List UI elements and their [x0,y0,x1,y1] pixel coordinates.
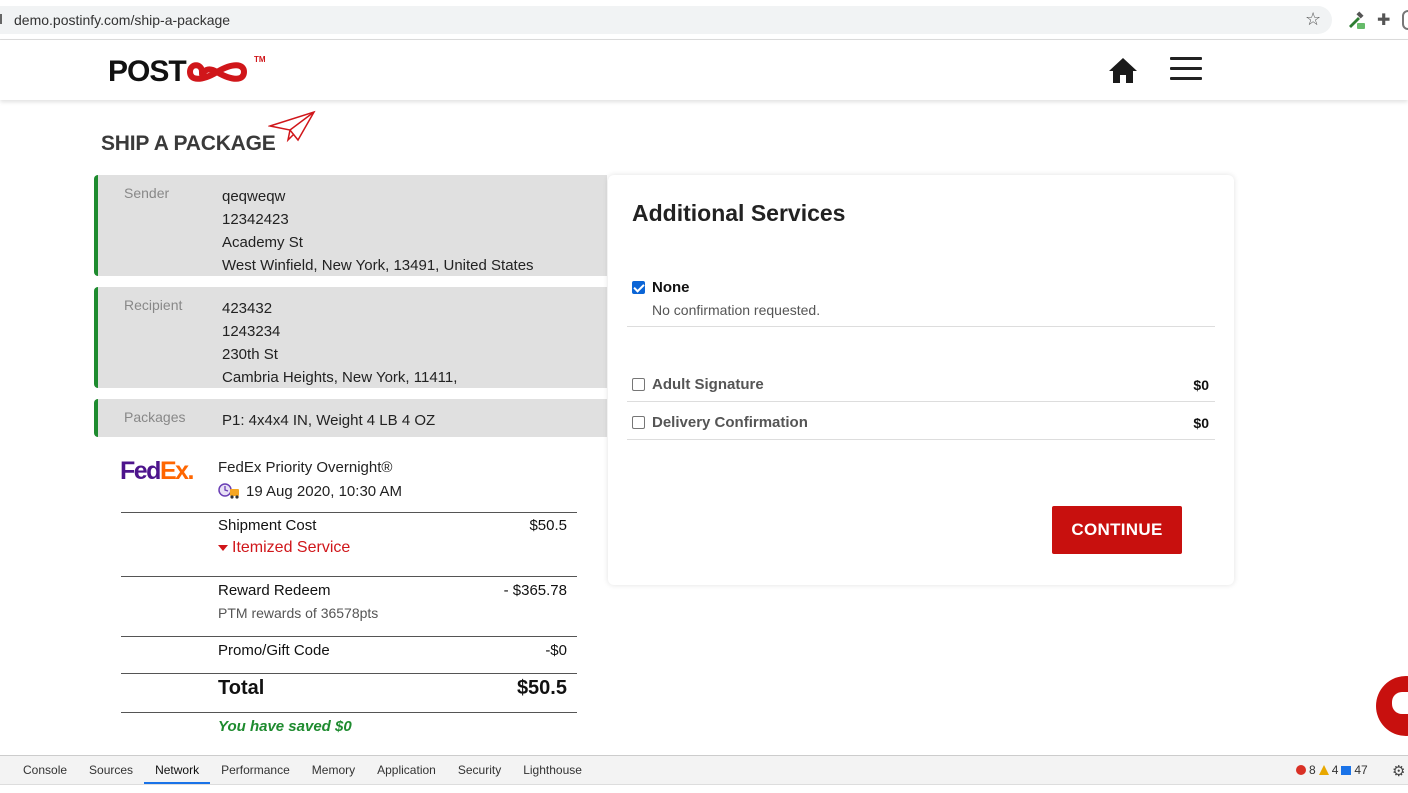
devtools-tab-security[interactable]: Security [447,756,512,784]
total-value: $50.5 [516,677,567,699]
devtools-tab-sources[interactable]: Sources [78,756,144,784]
divider [627,326,1215,327]
shipment-summary: Sender qeqweqw 12342423 Academy St West … [94,175,607,755]
reward-redeem-label: Reward Redeem [218,582,331,599]
rate-quote: FedEx. FedEx Priority Overnight® 19 Aug … [94,437,607,755]
itemized-service-label: Itemized Service [232,539,351,556]
devtools-tabs: Console Sources Network Performance Memo… [12,756,593,784]
devtools-tab-application[interactable]: Application [366,756,447,784]
delivery-date: 19 Aug 2020, 10:30 AM [246,482,402,500]
devtools-tab-network[interactable]: Network [144,756,211,784]
shipment-cost-value: $50.5 [529,517,567,534]
hamburger-menu-icon[interactable] [1170,57,1202,81]
page-title: SHIP A PACKAGE [101,132,276,155]
extensions-puzzle-icon[interactable]: ✚ [1377,10,1390,30]
delivery-estimate: 19 Aug 2020, 10:30 AM [218,482,402,500]
sender-label: Sender [124,185,170,201]
delivery-confirmation-checkbox[interactable] [632,416,645,429]
continue-button[interactable]: CONTINUE [1052,506,1182,554]
sender-line: Academy St [222,234,303,251]
sender-box: Sender qeqweqw 12342423 Academy St West … [94,175,607,276]
infinity-logo-icon [186,62,247,82]
home-icon[interactable] [1108,56,1138,84]
divider [121,712,577,713]
logo-trademark: TM [254,55,266,64]
url-text[interactable]: demo.postinfy.com/ship-a-package [14,12,230,28]
devtools-settings-gear-icon[interactable]: ⚙ [1392,762,1405,780]
packages-label: Packages [124,409,186,425]
recipient-line: 423432 [222,300,273,317]
sender-address: qeqweqw 12342423 Academy St West Winfiel… [222,185,534,277]
delivery-clock-icon [218,483,239,499]
packages-value: P1: 4x4x4 IN, Weight 4 LB 4 OZ [222,412,436,429]
option-name[interactable]: None [652,279,690,296]
none-checkbox[interactable] [632,281,645,294]
recipient-box: Recipient 423432 1243234 230th St Cambri… [94,287,607,388]
sender-line: 12342423 [222,211,289,228]
recipient-line: 1243234 [222,323,281,340]
divider [121,576,577,577]
devtools-tab-performance[interactable]: Performance [210,756,301,784]
recipient-label: Recipient [124,297,183,313]
eyedropper-extension-icon[interactable] [1346,10,1366,30]
fedex-logo-fed: Fed [120,457,161,485]
error-icon [1296,765,1306,775]
divider [121,673,577,674]
additional-services-title: Additional Services [632,200,846,226]
adult-signature-checkbox[interactable] [632,378,645,391]
fedex-logo: FedEx. [120,457,195,486]
option-name[interactable]: Delivery Confirmation [652,414,808,431]
reward-points-note: PTM rewards of 36578pts [218,605,379,621]
divider [627,439,1215,440]
option-price: $0 [1193,415,1209,431]
lock-icon[interactable] [0,14,4,24]
error-count: 8 [1309,763,1316,777]
recipient-address: 423432 1243234 230th St Cambria Heights,… [222,297,457,389]
warning-count: 4 [1331,763,1339,777]
option-price: $0 [1193,377,1209,393]
devtools-tab-lighthouse[interactable]: Lighthouse [512,756,593,784]
itemized-service-toggle[interactable]: Itemized Service [218,539,350,557]
option-description: No confirmation requested. [652,302,821,318]
devtools-tab-console[interactable]: Console [12,756,78,784]
message-count: 47 [1354,763,1368,777]
option-name[interactable]: Adult Signature [652,376,764,393]
caret-down-icon [218,544,228,551]
bookmark-star-icon[interactable]: ☆ [1305,9,1321,30]
service-option-adult-signature[interactable]: Adult Signature $0 [627,376,1215,402]
warning-icon [1318,765,1329,775]
service-option-delivery-confirmation[interactable]: Delivery Confirmation $0 [627,414,1215,440]
site-header: POST TM [0,40,1408,100]
fedex-logo-ex: Ex. [159,457,195,485]
promo-code-label: Promo/Gift Code [218,642,330,659]
logo-text: POST [108,55,187,88]
divider [627,401,1215,402]
savings-note: You have saved $0 [218,718,352,735]
additional-services-card: Additional Services None No confirmation… [608,175,1234,585]
packages-box: Packages P1: 4x4x4 IN, Weight 4 LB 4 OZ [94,399,607,437]
divider [121,636,577,637]
divider [121,512,577,513]
browser-toolbar: demo.postinfy.com/ship-a-package ☆ ✚ [0,0,1408,40]
paper-plane-icon [268,110,316,143]
devtools-panel: Console Sources Network Performance Memo… [0,755,1408,793]
reward-redeem-value: - $365.78 [503,582,567,599]
message-icon [1341,765,1352,775]
devtools-tab-memory[interactable]: Memory [301,756,366,784]
sender-line: West Winfield, New York, 13491, United S… [222,257,534,274]
devtools-status[interactable]: 8 4 47 [1296,763,1368,777]
promo-code-value: -$0 [545,642,567,659]
shipment-cost-label: Shipment Cost [218,517,317,534]
recipient-line: Cambria Heights, New York, 11411, [222,369,458,386]
chat-bubble-icon [1392,692,1408,714]
profile-icon[interactable] [1402,10,1408,30]
recipient-line: 230th St [222,346,278,363]
sender-line: qeqweqw [222,188,286,205]
postinfy-logo[interactable]: POST TM [108,55,266,89]
chat-widget-button[interactable] [1376,676,1408,736]
service-option-none[interactable]: None No confirmation requested. [627,279,1215,327]
total-label: Total [218,677,265,699]
service-name: FedEx Priority Overnight® [218,459,393,476]
